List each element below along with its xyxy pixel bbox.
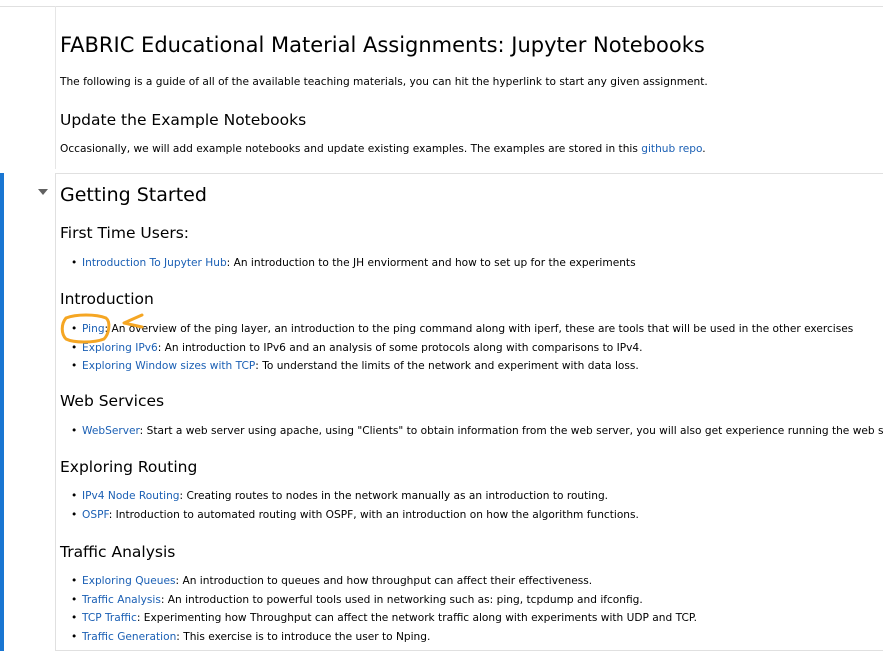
item-link[interactable]: TCP Traffic (82, 612, 137, 624)
section-list-introduction: Ping: An overview of the ping layer, an … (60, 320, 853, 376)
list-item: OSPF: Introduction to automated routing … (60, 506, 639, 525)
item-link[interactable]: Introduction To Jupyter Hub (82, 257, 227, 269)
item-description: : An introduction to queues and how thro… (175, 575, 593, 587)
item-description: : An overview of the ping layer, an intr… (104, 323, 854, 335)
section-list-exploring-routing: IPv4 Node Routing: Creating routes to no… (60, 487, 639, 524)
list-item: Exploring Window sizes with TCP: To unde… (60, 357, 853, 376)
item-link[interactable]: Traffic Generation (82, 631, 176, 643)
github-repo-link[interactable]: github repo (641, 143, 702, 155)
section-list-web-services: WebServer: Start a web server using apac… (60, 422, 883, 441)
section-heading-traffic-analysis: Traffic Analysis (60, 543, 176, 561)
getting-started-heading: Getting Started (60, 184, 207, 206)
list-item: Traffic Analysis: An introduction to pow… (60, 591, 697, 610)
item-link[interactable]: OSPF (82, 509, 109, 521)
section-heading-exploring-routing: Exploring Routing (60, 458, 198, 476)
intro-text: The following is a guide of all of the a… (60, 76, 708, 88)
list-item: Ping: An overview of the ping layer, an … (60, 320, 853, 339)
update-text-body: Occasionally, we will add example notebo… (60, 143, 642, 155)
item-description: : Start a web server using apache, using… (139, 425, 883, 437)
list-item: IPv4 Node Routing: Creating routes to no… (60, 487, 639, 506)
section-heading-first-time-users: First Time Users: (60, 224, 190, 242)
collapse-caret-icon[interactable] (38, 189, 48, 195)
item-link[interactable]: Exploring Window sizes with TCP (82, 360, 255, 372)
item-description: : An introduction to powerful tools used… (160, 593, 643, 606)
annotation-circle-and-arrow-icon (60, 313, 144, 344)
item-description: : Experimenting how Throughput can affec… (136, 612, 697, 625)
item-description: : This exercise is to introduce the user… (176, 630, 431, 643)
list-item: Traffic Generation: This exercise is to … (60, 628, 697, 647)
list-item: TCP Traffic: Experimenting how Throughpu… (60, 609, 697, 628)
list-item: Exploring IPv6: An introduction to IPv6 … (60, 339, 853, 358)
section-heading-web-services: Web Services (60, 392, 165, 410)
update-text-suffix: . (702, 143, 706, 155)
item-description: : An introduction to IPv6 and an analysi… (157, 341, 643, 354)
update-heading: Update the Example Notebooks (60, 111, 307, 129)
section-list-first-time-users: Introduction To Jupyter Hub: An introduc… (60, 254, 636, 273)
item-description: : To understand the limits of the networ… (255, 360, 639, 373)
page-title: FABRIC Educational Material Assignments:… (60, 33, 705, 57)
item-link[interactable]: WebServer (82, 425, 140, 437)
active-cell-indicator (0, 173, 4, 651)
item-link[interactable]: IPv4 Node Routing (82, 490, 180, 502)
item-description: : An introduction to the JH enviorment a… (226, 257, 636, 269)
item-link[interactable]: Exploring Queues (82, 575, 176, 587)
list-item: Exploring Queues: An introduction to que… (60, 572, 697, 591)
list-item: Introduction To Jupyter Hub: An introduc… (60, 254, 636, 273)
list-item: WebServer: Start a web server using apac… (60, 422, 883, 441)
section-list-traffic-analysis: Exploring Queues: An introduction to que… (60, 572, 697, 646)
item-description: : Creating routes to nodes in the networ… (179, 490, 609, 502)
item-link[interactable]: Traffic Analysis (82, 594, 161, 606)
item-description: : Introduction to automated routing with… (108, 508, 639, 521)
update-text: Occasionally, we will add example notebo… (60, 143, 706, 155)
